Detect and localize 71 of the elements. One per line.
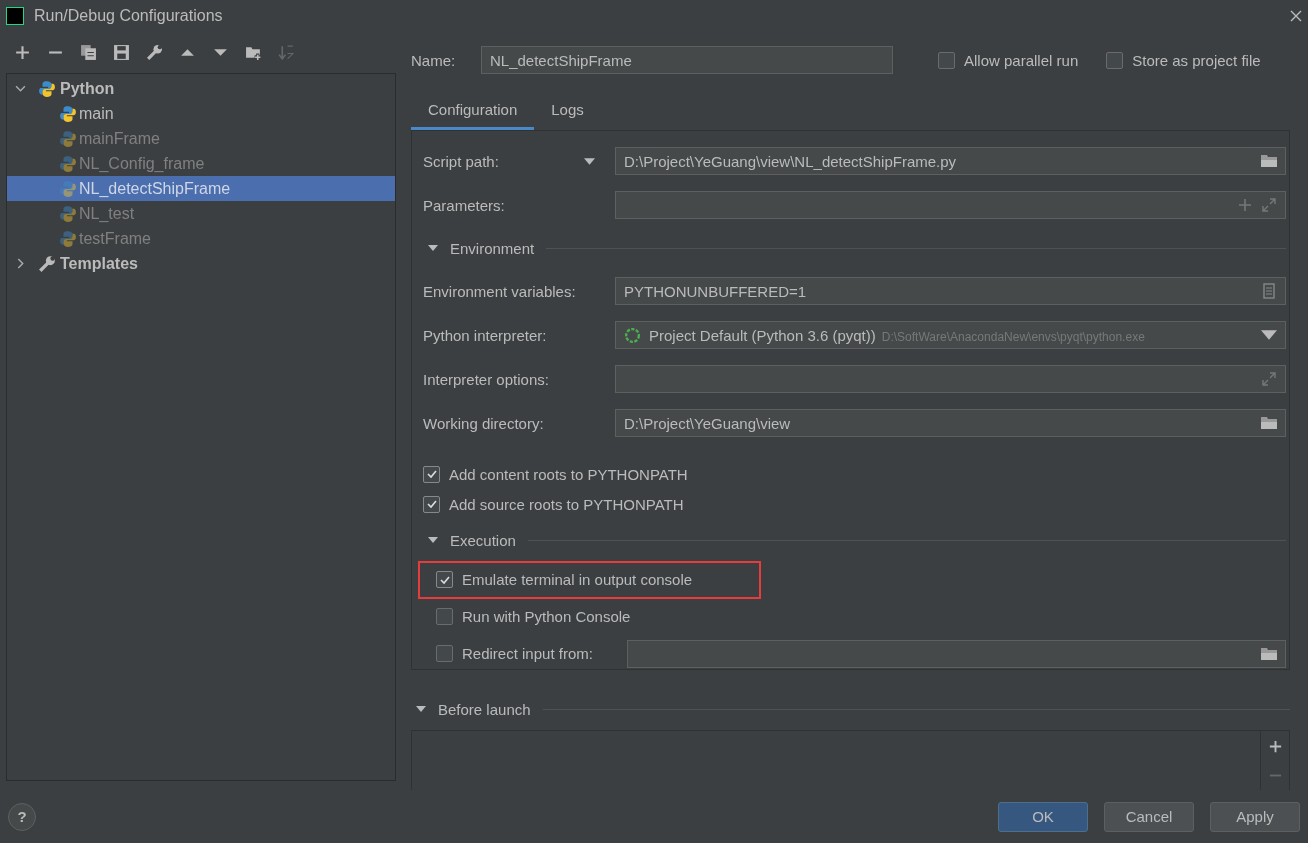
option-checkbox[interactable]: Allow parallel run [938, 45, 1079, 75]
wrench-icon[interactable] [146, 44, 163, 61]
folder-icon[interactable] [1261, 415, 1277, 431]
python-icon [59, 154, 77, 173]
section-header[interactable]: Before launch [411, 688, 1290, 730]
check-icon [425, 468, 438, 480]
collapse-icon[interactable] [416, 704, 426, 714]
section-header[interactable]: Environment [423, 227, 1286, 269]
field-label: Working directory: [423, 414, 544, 432]
checkbox[interactable] [436, 608, 453, 625]
copy-icon[interactable] [80, 44, 97, 61]
python-icon [59, 229, 77, 248]
path-checkbox[interactable]: Add source roots to PYTHONPATH [423, 489, 1286, 519]
folder-icon[interactable] [1261, 645, 1277, 662]
field-label: Python interpreter: [423, 326, 547, 344]
section-header[interactable]: Execution [423, 519, 1286, 561]
tab[interactable]: Logs [534, 91, 601, 130]
wrench-icon [38, 254, 56, 273]
tree-group[interactable]: Templates [7, 251, 395, 276]
save-icon[interactable] [113, 44, 130, 61]
python-icon [59, 204, 77, 223]
python-icon [59, 104, 77, 123]
field-label: Parameters: [423, 196, 505, 214]
name-field[interactable]: NL_detectShipFrame [481, 46, 893, 74]
caret-icon[interactable] [584, 157, 595, 165]
field-label: Environment variables: [423, 282, 576, 300]
checkbox[interactable] [436, 571, 453, 588]
script-path-field[interactable]: D:\Project\YeGuang\view\NL_detectShipFrame.py [615, 147, 1286, 175]
tree-group[interactable]: Python [7, 76, 395, 101]
name-label: Name: [411, 51, 457, 69]
execution-checkbox[interactable]: Emulate terminal in output console [418, 560, 761, 599]
check-icon [425, 498, 438, 510]
checkbox[interactable] [436, 645, 453, 662]
text-field[interactable] [615, 365, 1286, 393]
checkbox[interactable] [423, 465, 440, 483]
app-logo-icon [6, 7, 24, 25]
execution-checkbox[interactable]: Redirect input from: [418, 634, 627, 673]
checkbox[interactable] [423, 495, 440, 513]
text-field[interactable]: PYTHONUNBUFFERED=1 [615, 277, 1286, 305]
text-field[interactable]: D:\Project\YeGuang\view [615, 409, 1286, 437]
python-icon [59, 129, 77, 148]
close-icon[interactable] [1290, 10, 1302, 22]
tree-item[interactable]: NL_detectShipFrame [7, 176, 395, 201]
add-icon[interactable] [1267, 739, 1283, 754]
option-checkbox[interactable]: Store as project file [1106, 45, 1261, 75]
tree-group-label: Python [60, 79, 115, 98]
chevron-icon[interactable] [15, 83, 26, 94]
chevron-icon[interactable] [15, 258, 26, 269]
execution-checkbox[interactable]: Run with Python Console [418, 597, 761, 636]
redirect-input-field[interactable] [627, 639, 1286, 668]
tree-group-label: Templates [60, 254, 138, 273]
dialog-button[interactable]: Apply [1210, 801, 1300, 832]
help-button[interactable]: ? [8, 802, 36, 831]
collapse-icon[interactable] [428, 243, 438, 253]
path-checkbox[interactable]: Add content roots to PYTHONPATH [423, 459, 1286, 489]
checkbox[interactable] [1106, 51, 1124, 69]
python-icon [38, 79, 56, 98]
checkbox[interactable] [938, 51, 955, 69]
field-label: Script path: [423, 152, 499, 170]
python-icon [59, 179, 77, 198]
interpreter-ring-icon [624, 326, 641, 344]
collapse-icon[interactable] [428, 535, 438, 545]
window-title: Run/Debug Configurations [34, 7, 224, 25]
folder-icon[interactable] [1261, 153, 1277, 169]
dialog-button[interactable]: Cancel [1104, 801, 1194, 832]
dialog-button[interactable]: OK [998, 801, 1088, 832]
tree-item[interactable]: main [7, 101, 395, 126]
new-folder-icon[interactable] [245, 44, 262, 61]
add-icon[interactable] [14, 44, 31, 61]
tab[interactable]: Configuration [411, 91, 535, 130]
field-label: Interpreter options: [423, 370, 549, 388]
